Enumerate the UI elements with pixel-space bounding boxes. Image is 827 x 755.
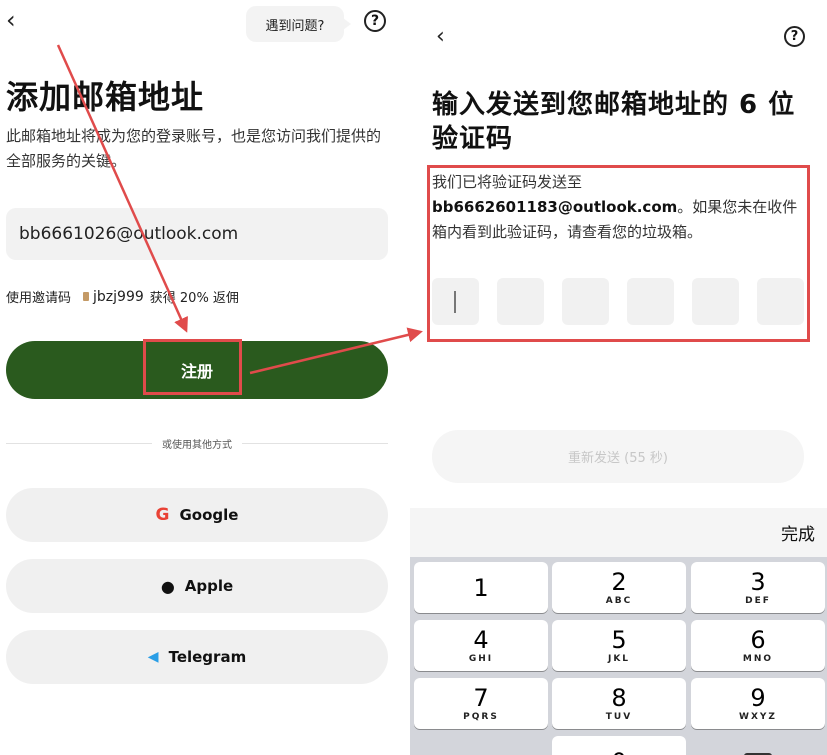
help-question-icon[interactable]: ? — [364, 10, 386, 32]
keyboard-toolbar: 完成 — [410, 508, 827, 557]
done-button[interactable]: 完成 — [781, 520, 815, 545]
key-letters: JKL — [607, 653, 631, 664]
google-button[interactable]: G Google — [6, 488, 388, 542]
key-1[interactable]: 1 — [414, 562, 548, 613]
key-5[interactable]: 5 JKL — [552, 620, 686, 671]
google-label: Google — [179, 506, 239, 524]
key-letters: MNO — [742, 653, 774, 664]
key-empty — [414, 736, 548, 755]
resend-label: 重新发送 (55 秒) — [568, 451, 668, 466]
numeric-keyboard: 完成 12ABC3DEF4GHI5JKL6MNO7PQRS8TUV9WXYZ0 — [410, 508, 827, 755]
annotation-box-verify — [427, 165, 810, 342]
google-icon: G — [155, 505, 170, 525]
key-2[interactable]: 2 ABC — [552, 562, 686, 613]
key-letters: ABC — [605, 595, 633, 606]
key-letters: TUV — [605, 711, 633, 722]
annotation-box-register — [143, 339, 242, 395]
key-0[interactable]: 0 — [552, 736, 686, 755]
key-digit: 1 — [473, 573, 489, 602]
key-delete[interactable] — [691, 736, 825, 755]
email-field[interactable]: bb6661026@outlook.com — [6, 208, 388, 260]
invite-suffix: 获得 20% 返佣 — [149, 291, 239, 306]
help-question-icon[interactable]: ? — [784, 26, 805, 47]
verify-screen: ‹ ? 输入发送到您邮箱地址的 6 位验证码 我们已将验证码发送至 bb6662… — [410, 0, 827, 755]
signup-screen: ‹ 遇到问题? ? 添加邮箱地址 此邮箱地址将成为您的登录账号，也是您访问我们提… — [0, 0, 410, 755]
key-7[interactable]: 7 PQRS — [414, 678, 548, 729]
key-letters: DEF — [745, 595, 771, 606]
telegram-label: Telegram — [168, 648, 247, 666]
key-digit: 7 — [473, 683, 489, 712]
key-digit: 3 — [750, 567, 766, 596]
apple-button[interactable]: ● Apple — [6, 559, 388, 613]
key-letters: PQRS — [463, 711, 499, 722]
key-digit: 0 — [611, 750, 626, 755]
key-digit: 9 — [750, 683, 766, 712]
apple-icon: ● — [160, 576, 175, 596]
page-title: 输入发送到您邮箱地址的 6 位验证码 — [432, 90, 796, 154]
key-letters: WXYZ — [739, 711, 777, 722]
key-8[interactable]: 8 TUV — [552, 678, 686, 729]
back-chevron-icon[interactable]: ‹ — [6, 8, 16, 32]
alt-methods-divider: 或使用其他方式 — [6, 436, 388, 451]
key-3[interactable]: 3 DEF — [691, 562, 825, 613]
key-digit: 6 — [750, 625, 766, 654]
key-9[interactable]: 9 WXYZ — [691, 678, 825, 729]
key-digit: 2 — [611, 567, 627, 596]
key-letters: GHI — [468, 653, 494, 664]
email-value: bb6661026@outlook.com — [19, 224, 239, 244]
invite-code: jbzj999 — [93, 288, 144, 305]
key-4[interactable]: 4 GHI — [414, 620, 548, 671]
resend-button[interactable]: 重新发送 (55 秒) — [432, 430, 804, 483]
invite-marker-icon — [83, 292, 90, 301]
apple-label: Apple — [184, 577, 234, 595]
invite-code-chip[interactable]: jbzj999 — [83, 289, 144, 305]
page-subtitle: 此邮箱地址将成为您的登录账号，也是您访问我们提供的全部服务的关键。 — [6, 127, 382, 170]
divider-line-right — [242, 442, 388, 444]
invite-prefix: 使用邀请码 — [6, 291, 72, 306]
help-bubble[interactable]: 遇到问题? — [246, 6, 351, 42]
divider-line-left — [6, 442, 152, 444]
key-digit: 8 — [611, 683, 627, 712]
invite-row: 使用邀请码 jbzj999 获得 20% 返佣 — [6, 287, 239, 307]
key-6[interactable]: 6 MNO — [691, 620, 825, 671]
telegram-button[interactable]: ◀ Telegram — [6, 630, 388, 684]
page-title: 添加邮箱地址 — [6, 78, 205, 116]
telegram-icon: ◀ — [147, 649, 159, 665]
back-chevron-icon[interactable]: ‹ — [436, 26, 445, 48]
key-digit: 4 — [473, 625, 489, 654]
divider-text: 或使用其他方式 — [162, 439, 232, 451]
key-digit: 5 — [611, 625, 627, 654]
